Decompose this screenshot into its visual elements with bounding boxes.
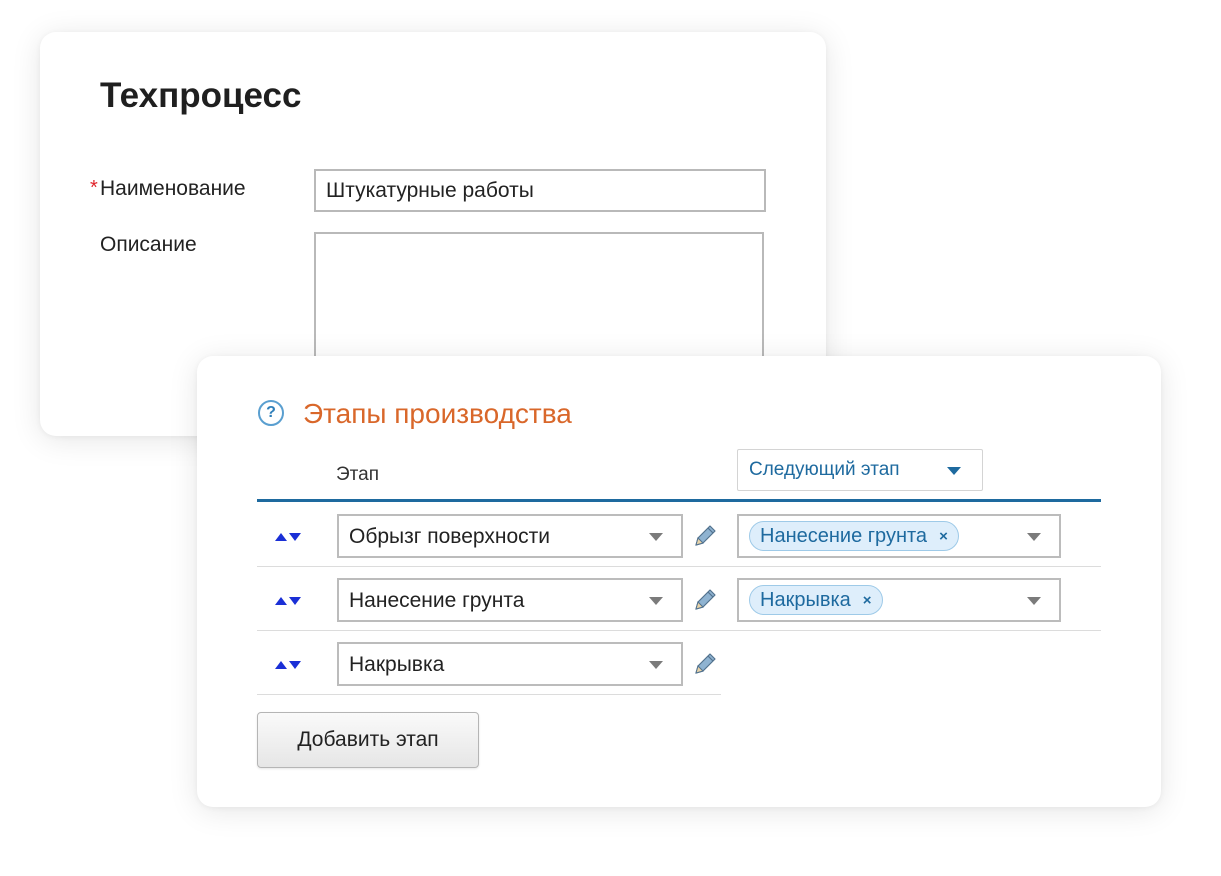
- chevron-down-icon: [1027, 533, 1041, 541]
- move-down-icon[interactable]: [289, 597, 301, 605]
- stage-select[interactable]: Накрывка: [337, 642, 683, 686]
- chevron-down-icon: [649, 533, 663, 541]
- row-divider: [257, 694, 721, 695]
- sort-arrows-icon[interactable]: [275, 530, 305, 544]
- required-mark: *: [90, 177, 98, 199]
- stage-select-value: Накрывка: [349, 653, 445, 676]
- next-stage-button-label: Следующий этап: [749, 459, 900, 480]
- remove-tag-icon[interactable]: ×: [863, 592, 872, 609]
- next-stage-multiselect[interactable]: Нанесение грунта ×: [737, 514, 1061, 558]
- stages-card: ? Этапы производства Этап Следующий этап…: [197, 356, 1161, 807]
- pencil-icon[interactable]: [692, 523, 718, 549]
- sort-arrows-icon[interactable]: [275, 594, 305, 608]
- table-header-divider: [257, 499, 1101, 502]
- section-title: Этапы производства: [303, 398, 572, 429]
- tag-label: Накрывка: [760, 588, 851, 611]
- stage-select-value: Обрызг поверхности: [349, 525, 550, 548]
- move-down-icon[interactable]: [289, 661, 301, 669]
- tag-label: Нанесение грунта: [760, 524, 928, 547]
- chevron-down-icon: [649, 597, 663, 605]
- name-input[interactable]: [314, 169, 766, 212]
- page-title: Техпроцесс: [100, 76, 302, 115]
- chevron-down-icon: [1027, 597, 1041, 605]
- row-divider: [257, 630, 1101, 631]
- next-stage-multiselect[interactable]: Накрывка ×: [737, 578, 1061, 622]
- next-stage-tag: Нанесение грунта ×: [749, 521, 959, 551]
- pencil-icon[interactable]: [692, 651, 718, 677]
- stage-select-value: Нанесение грунта: [349, 589, 525, 612]
- stage-select[interactable]: Нанесение грунта: [337, 578, 683, 622]
- move-up-icon[interactable]: [275, 661, 287, 669]
- move-up-icon[interactable]: [275, 533, 287, 541]
- remove-tag-icon[interactable]: ×: [939, 528, 948, 545]
- row-divider: [257, 566, 1101, 567]
- stage-select[interactable]: Обрызг поверхности: [337, 514, 683, 558]
- chevron-down-icon: [947, 467, 961, 475]
- description-label: Описание: [100, 233, 197, 256]
- add-stage-button[interactable]: Добавить этап: [257, 712, 479, 768]
- move-up-icon[interactable]: [275, 597, 287, 605]
- pencil-icon[interactable]: [692, 587, 718, 613]
- name-label: Наименование: [100, 177, 246, 200]
- sort-arrows-icon[interactable]: [275, 658, 305, 672]
- help-icon[interactable]: ?: [258, 400, 284, 426]
- move-down-icon[interactable]: [289, 533, 301, 541]
- next-stage-tag: Накрывка ×: [749, 585, 883, 615]
- chevron-down-icon: [649, 661, 663, 669]
- stage-column-header: Этап: [336, 464, 380, 485]
- next-stage-dropdown-button[interactable]: Следующий этап: [737, 449, 983, 491]
